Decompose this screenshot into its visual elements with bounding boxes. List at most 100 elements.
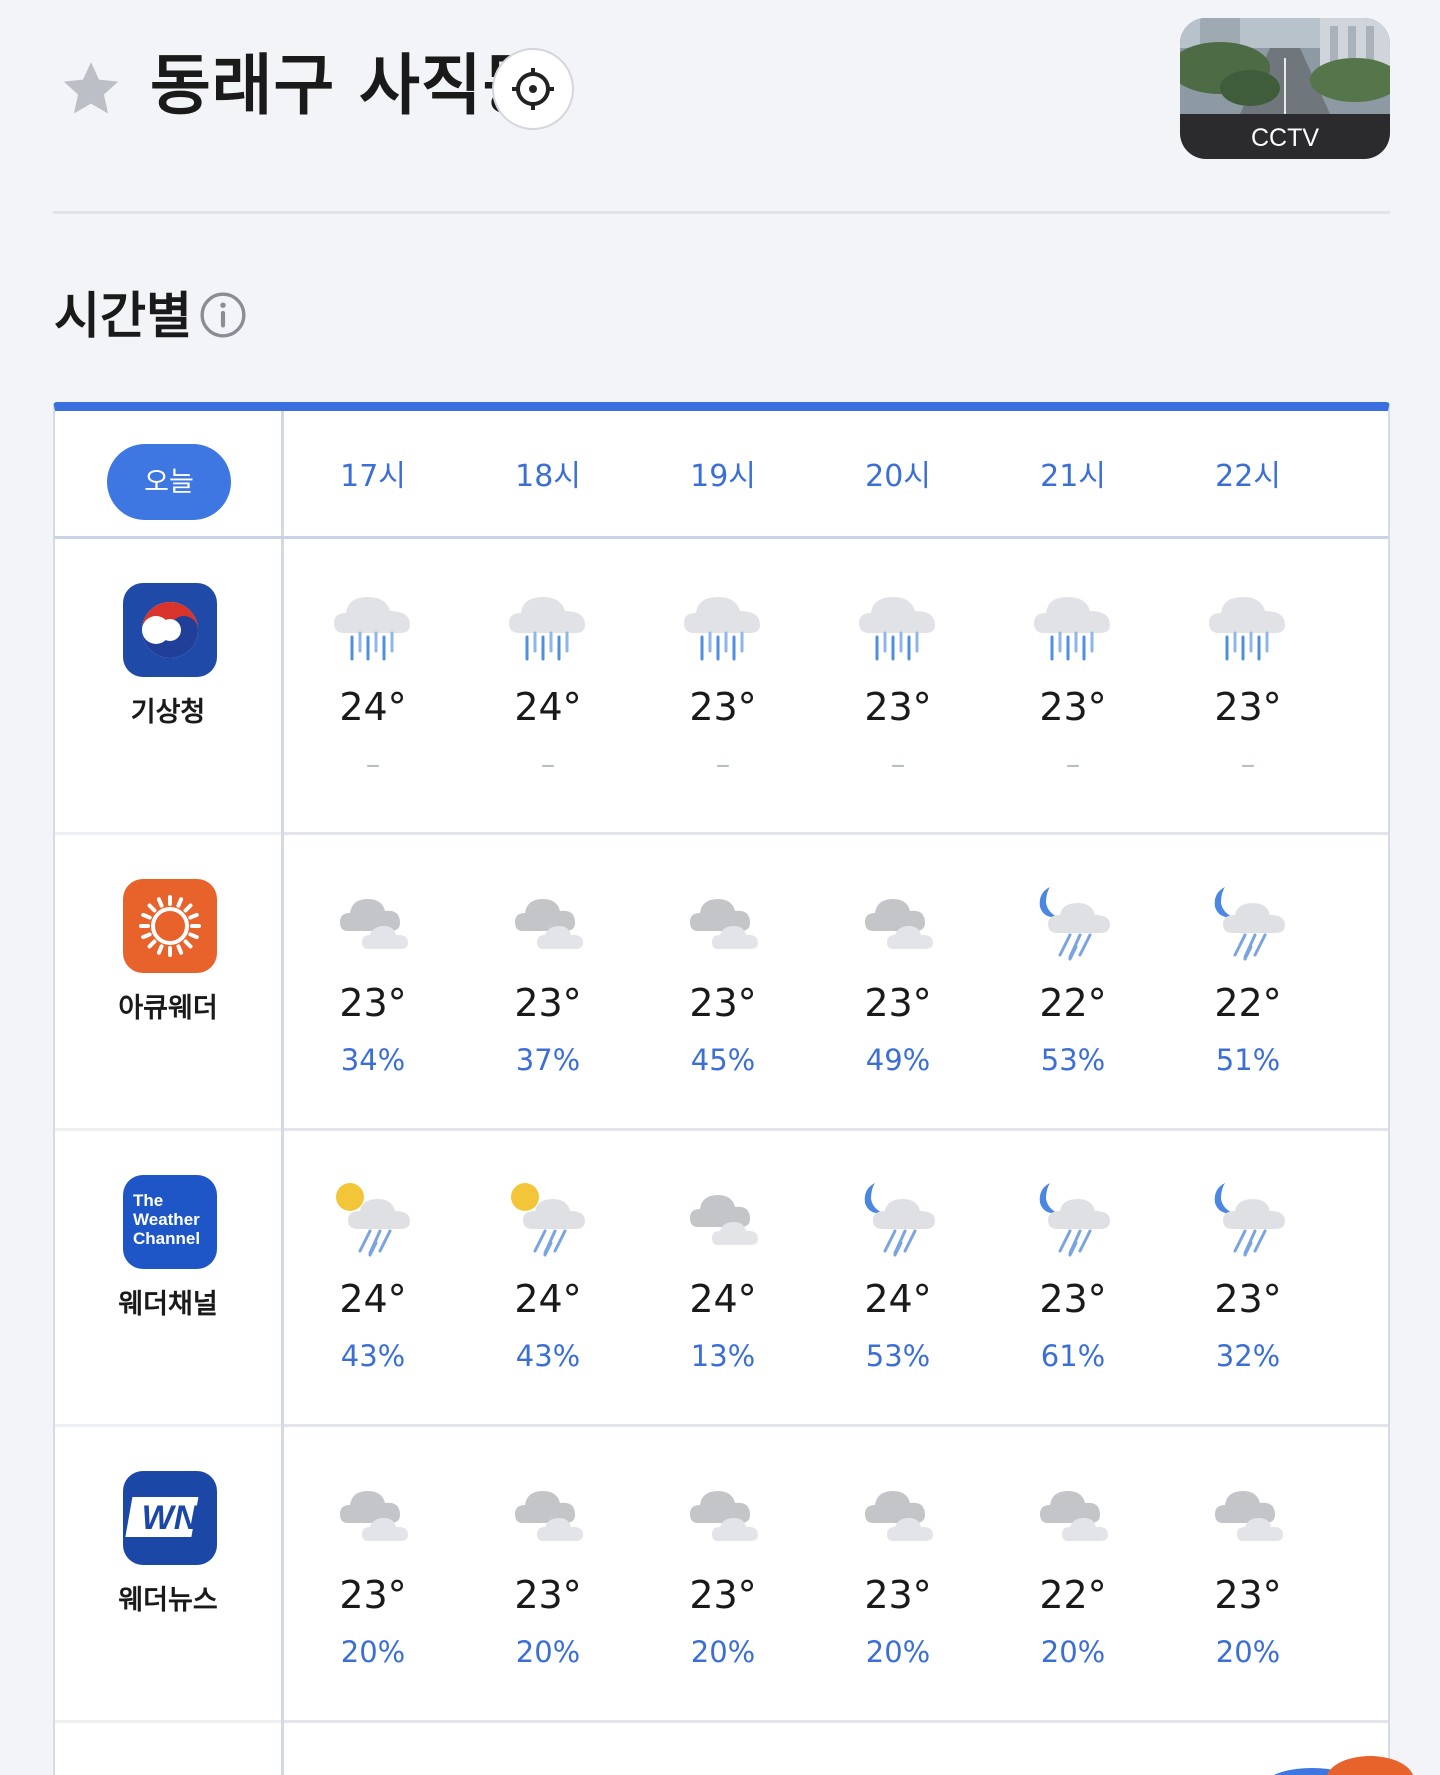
favorite-star-icon[interactable] <box>58 56 124 122</box>
weather-channel-logo: The Weather Channel <box>123 1175 217 1269</box>
provider-name: 웨더채널 <box>118 1289 218 1320</box>
precipitation-probability: 20% <box>690 1635 756 1669</box>
temperature: 24° <box>339 685 407 729</box>
temperature: 23° <box>1039 1277 1107 1321</box>
night-rain-icon <box>1214 1183 1285 1257</box>
precipitation-probability: 49% <box>865 1043 931 1077</box>
forecast-cell: 23° 20% <box>463 1427 633 1717</box>
cloudy-icon <box>340 1491 408 1541</box>
precipitation-probability: 13% <box>690 1339 756 1373</box>
precipitation-probability: – <box>365 747 381 781</box>
precipitation-probability: 53% <box>1040 1043 1106 1077</box>
forecast-cell: 24° 13% <box>638 1131 808 1421</box>
hourly-forecast-table: 오늘 17시 18시 19시 20시 21시 22시 기상청 24° –24° –23° –23°… <box>53 402 1390 1775</box>
temperature: 23° <box>514 1573 582 1617</box>
info-icon[interactable] <box>198 290 248 340</box>
provider-row: 아큐웨더 23° 34% 23° 37% 23° 45% 23° 49% 22° 53% 22° 51% <box>55 835 1388 1131</box>
temperature: 24° <box>339 1277 407 1321</box>
kma-logo <box>123 583 217 677</box>
crosshair-icon <box>512 68 554 110</box>
precipitation-probability: – <box>1065 747 1081 781</box>
cctv-label: CCTV <box>1250 124 1320 152</box>
forecast-cell: 23° – <box>813 539 983 829</box>
provider-row: The Weather Channel 웨더채널 24° 43% 24° 43% 24° 13% 2… <box>55 1131 1388 1427</box>
location-header: 동래구 사직동 CCTV <box>0 0 1440 212</box>
forecast-cell: 23° – <box>1163 539 1333 829</box>
precipitation-probability: 45% <box>690 1043 756 1077</box>
forecast-cell: 23° – <box>988 539 1158 829</box>
weathernews-logo: WN <box>123 1471 217 1565</box>
provider-name: 아큐웨더 <box>118 993 218 1024</box>
today-button[interactable]: 오늘 <box>107 444 231 520</box>
rain-cloud-icon <box>859 597 935 661</box>
rain-cloud-icon <box>334 597 410 661</box>
provider-name: 기상청 <box>130 697 206 728</box>
hour-label: 18시 <box>515 459 581 494</box>
row-divider <box>284 1720 1388 1723</box>
temperature: 23° <box>514 981 582 1025</box>
cloudy-icon <box>515 1491 583 1541</box>
forecast-cell: 22° 20% <box>988 1427 1158 1717</box>
precipitation-probability: 43% <box>340 1339 406 1373</box>
forecast-cell: 23° 20% <box>638 1427 808 1717</box>
weathernews-logo-text: WN <box>141 1499 199 1537</box>
precipitation-probability: – <box>890 747 906 781</box>
precipitation-probability: 20% <box>865 1635 931 1669</box>
forecast-cell: 23° 37% <box>463 835 633 1125</box>
precipitation-probability: 53% <box>865 1339 931 1373</box>
precipitation-probability: 37% <box>515 1043 581 1077</box>
forecast-cell: 23° 20% <box>813 1427 983 1717</box>
next-hour-icon-peek <box>1381 599 1390 629</box>
night-rain-icon <box>1039 1183 1110 1257</box>
location-title: 동래구 사직동 <box>150 47 545 124</box>
cctv-thumbnail <box>1180 18 1390 114</box>
forecast-cell: 24° – <box>463 539 633 829</box>
floating-action-buttons[interactable] <box>1250 1752 1440 1775</box>
weather-channel-logo-word: The <box>133 1191 164 1210</box>
temperature: 23° <box>1214 1277 1282 1321</box>
cloudy-icon <box>1040 1491 1108 1541</box>
forecast-cell: 23° 49% <box>813 835 983 1125</box>
forecast-cell: 23° – <box>638 539 808 829</box>
temperature: 23° <box>689 685 757 729</box>
precipitation-probability: 32% <box>1215 1339 1281 1373</box>
hour-label: 19시 <box>690 459 756 494</box>
rain-cloud-icon <box>1209 597 1285 661</box>
precipitation-probability: – <box>540 747 556 781</box>
temperature: 23° <box>689 981 757 1025</box>
cctv-button[interactable]: CCTV <box>1180 18 1390 159</box>
accuweather-logo <box>123 879 217 973</box>
precipitation-probability: 20% <box>1215 1635 1281 1669</box>
precipitation-probability: 61% <box>1040 1339 1106 1373</box>
current-location-button[interactable] <box>492 48 574 130</box>
precipitation-probability: 34% <box>340 1043 406 1077</box>
hour-label: 21시 <box>1040 459 1106 494</box>
temperature: 23° <box>864 1573 932 1617</box>
forecast-cell: 23° 61% <box>988 1131 1158 1421</box>
temperature: 24° <box>514 1277 582 1321</box>
cloudy-icon <box>865 1491 933 1541</box>
cloudy-icon <box>690 1195 758 1245</box>
provider-row: WN 웨더뉴스 23° 20% 23° 20% 23° 20% 23° 20% 22° 20% 23° 2… <box>55 1427 1388 1723</box>
accuweather-logo-icon <box>123 879 217 973</box>
temperature: 22° <box>1039 1573 1107 1617</box>
forecast-cell: 22° 51% <box>1163 835 1333 1125</box>
cloudy-icon <box>690 899 758 949</box>
rain-cloud-icon <box>509 597 585 661</box>
forecast-cell: 22° 53% <box>988 835 1158 1125</box>
section-title: 시간별 <box>54 287 192 345</box>
next-hour-icon-peek <box>1381 895 1390 925</box>
temperature: 23° <box>864 981 932 1025</box>
next-hour-icon-peek <box>1381 1487 1390 1517</box>
forecast-cell: 23° 34% <box>288 835 458 1125</box>
cloudy-icon <box>1215 1491 1283 1541</box>
precipitation-probability: 51% <box>1215 1043 1281 1077</box>
forecast-cell: 23° 20% <box>1163 1427 1333 1717</box>
forecast-cell: 24° 53% <box>813 1131 983 1421</box>
temperature: 24° <box>864 1277 932 1321</box>
weather-channel-logo-word: Channel <box>133 1229 201 1248</box>
header-divider <box>53 211 1390 214</box>
hour-header-row: 오늘 17시 18시 19시 20시 21시 22시 <box>55 411 1388 539</box>
provider-name: 웨더뉴스 <box>118 1585 218 1616</box>
forecast-cell: 23° 45% <box>638 835 808 1125</box>
